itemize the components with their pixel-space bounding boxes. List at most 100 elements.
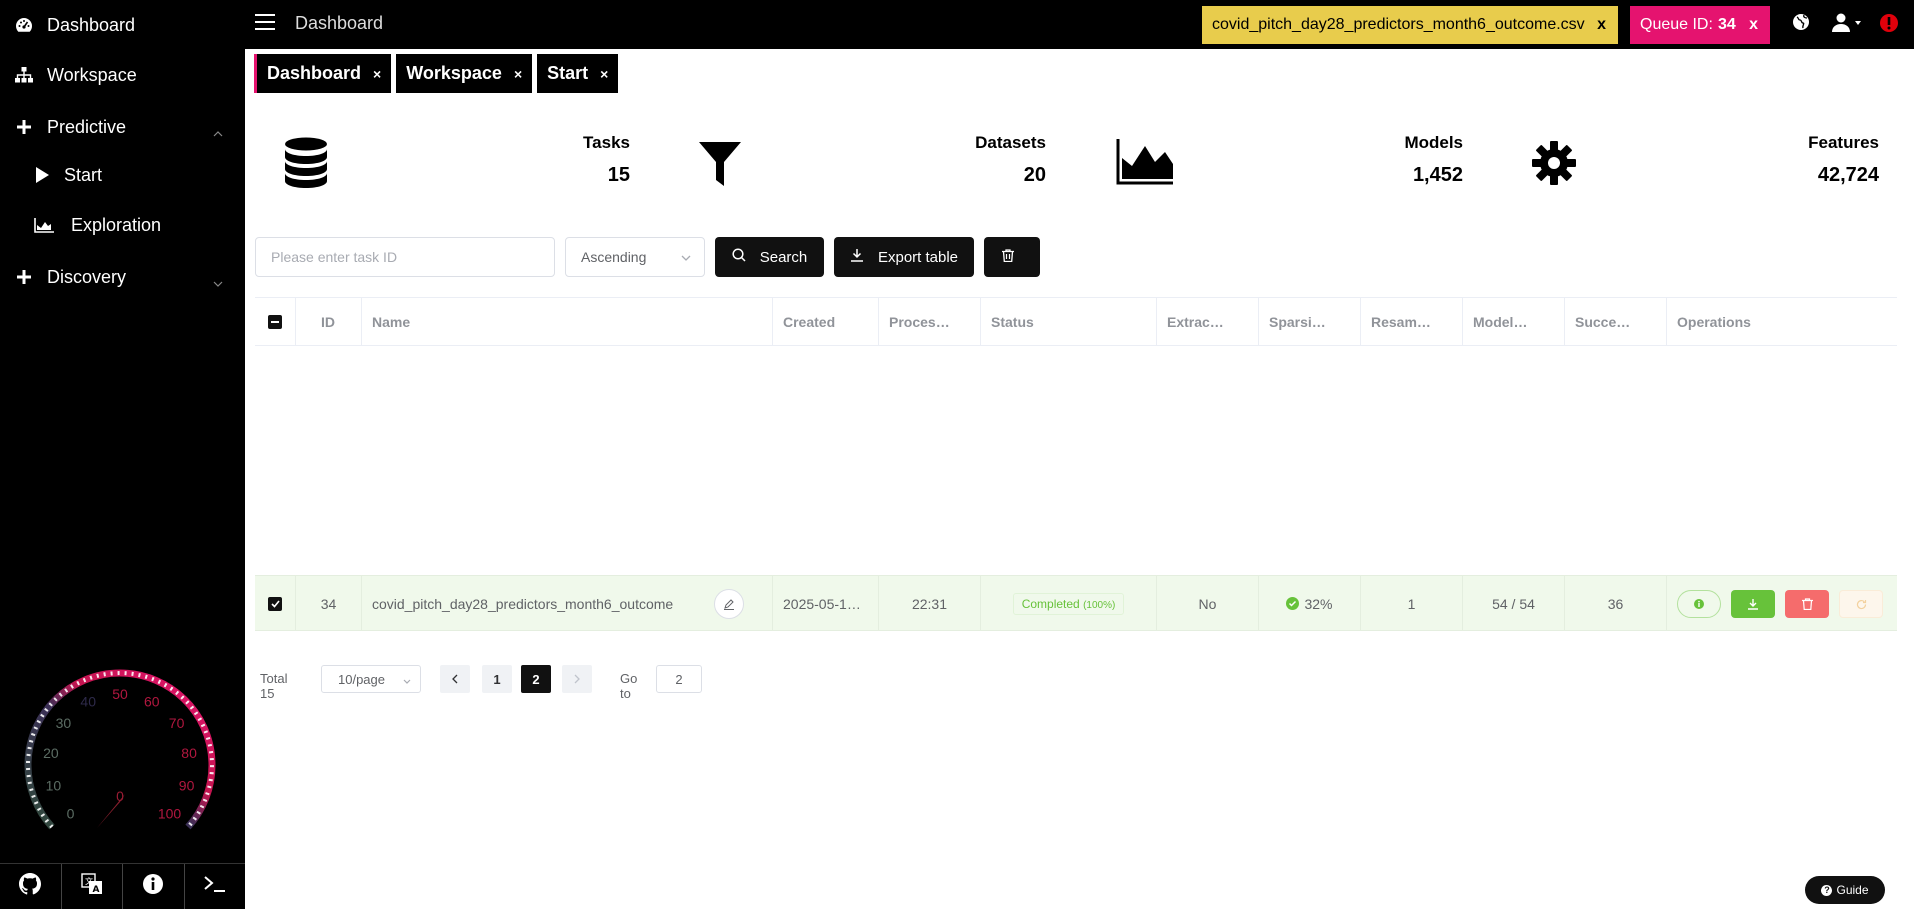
column-header-success[interactable]: Succe… xyxy=(1565,298,1667,346)
sparsity-value: 32% xyxy=(1304,595,1333,612)
table-header: ID Name Created Proces… Status Extrac… S… xyxy=(255,297,1897,346)
gauge-tick-label: 100 xyxy=(158,806,182,822)
close-queue-tag-button[interactable]: x xyxy=(1749,16,1758,34)
page-1-button[interactable]: 1 xyxy=(482,665,512,693)
gauge-tick-label: 50 xyxy=(112,686,128,702)
gauge-tick-label: 80 xyxy=(181,745,197,761)
terminal-icon xyxy=(203,874,227,899)
goto-page-input[interactable] xyxy=(656,665,702,693)
edit-name-button[interactable] xyxy=(714,589,744,619)
info-button[interactable] xyxy=(1677,590,1721,618)
stat-datasets-value: 20 xyxy=(1023,164,1046,186)
status-text: Completed xyxy=(1021,596,1080,611)
gauge-tick-label: 60 xyxy=(144,694,160,710)
sidebar-item-dashboard[interactable]: Dashboard xyxy=(0,5,245,45)
column-header-status[interactable]: Status xyxy=(981,298,1157,346)
next-page-button[interactable] xyxy=(562,665,592,693)
menu-toggle-icon[interactable] xyxy=(255,14,275,32)
terminal-button[interactable] xyxy=(185,864,246,909)
sidebar-item-label: Workspace xyxy=(47,64,137,85)
download-button[interactable] xyxy=(1731,590,1775,618)
status-percent: (100%) xyxy=(1083,599,1116,611)
sidebar-item-label: Predictive xyxy=(47,116,127,137)
sidebar-item-start[interactable]: Start xyxy=(0,155,245,195)
alert-icon[interactable] xyxy=(1879,13,1899,38)
page-2-button[interactable]: 2 xyxy=(521,665,551,693)
stat-tasks-value: 15 xyxy=(607,164,630,186)
open-tabs-bar: Dashboard × Workspace × Start × xyxy=(254,54,623,93)
sidebar-item-workspace[interactable]: Workspace xyxy=(0,55,245,95)
stat-datasets-label: Datasets xyxy=(975,133,1046,152)
info-icon xyxy=(1694,599,1704,609)
column-header-resampling[interactable]: Resam… xyxy=(1361,298,1463,346)
column-header-operations: Operations xyxy=(1677,314,1751,330)
export-table-button[interactable]: Export table xyxy=(834,237,974,277)
translate-button[interactable]: 文A xyxy=(62,864,123,909)
close-tab-icon[interactable]: × xyxy=(514,66,522,82)
sidebar-item-predictive[interactable]: Predictive xyxy=(0,107,245,147)
tab-label: Workspace xyxy=(406,63,502,83)
column-header-name[interactable]: Name xyxy=(362,298,773,346)
stat-features-value: 42,724 xyxy=(1817,164,1879,186)
speed-gauge: 0 10 20 30 40 50 60 70 80 90 100 0 xyxy=(24,669,216,830)
tab-workspace[interactable]: Workspace × xyxy=(396,54,533,93)
topbar: Dashboard covid_pitch_day28_predictors_m… xyxy=(245,0,1914,49)
gauge-tick-label: 70 xyxy=(169,715,185,731)
download-icon xyxy=(1748,599,1758,610)
delete-button[interactable] xyxy=(1785,590,1829,618)
tab-dashboard[interactable]: Dashboard × xyxy=(254,54,392,93)
column-header-models[interactable]: Model… xyxy=(1463,298,1565,346)
delete-selected-button[interactable] xyxy=(984,237,1040,277)
table-row[interactable]: 34 covid_pitch_day28_predictors_month6_o… xyxy=(255,575,1897,631)
sitemap-icon xyxy=(14,65,34,85)
cell-models: 54 / 54 xyxy=(1463,576,1565,631)
chevron-down-icon xyxy=(402,675,412,690)
close-tab-icon[interactable]: × xyxy=(373,66,381,82)
search-button[interactable]: Search xyxy=(715,237,824,277)
dataset-file-tag[interactable]: covid_pitch_day28_predictors_month6_outc… xyxy=(1202,6,1618,44)
cell-resampling: 1 xyxy=(1361,576,1463,631)
app-root: Dashboard Workspace Predictive Start Exp… xyxy=(0,0,1914,909)
gauge-tick-label: 10 xyxy=(46,778,62,794)
sidebar-item-exploration[interactable]: Exploration xyxy=(0,205,245,245)
close-tab-icon[interactable]: × xyxy=(600,66,608,82)
sort-order-value: Ascending xyxy=(581,249,647,265)
retry-button[interactable] xyxy=(1839,590,1883,618)
select-all-cell xyxy=(255,298,296,346)
column-header-created[interactable]: Created xyxy=(773,298,879,346)
page-size-select[interactable]: 10/page xyxy=(321,665,421,693)
cell-success: 36 xyxy=(1565,576,1667,631)
status-badge: Completed (100%) xyxy=(1012,592,1125,615)
sort-order-select[interactable]: Ascending xyxy=(565,237,705,277)
sidebar-item-label: Start xyxy=(64,164,103,185)
column-header-sparsity[interactable]: Sparsi… xyxy=(1259,298,1361,346)
svg-text:A: A xyxy=(92,885,99,895)
guide-label: Guide xyxy=(1836,883,1869,897)
info-button[interactable] xyxy=(123,864,185,909)
task-name: covid_pitch_day28_predictors_month6_outc… xyxy=(372,595,674,612)
pagination-total: Total 15 xyxy=(260,671,288,701)
guide-button[interactable]: ? Guide xyxy=(1805,876,1885,904)
user-menu-icon[interactable] xyxy=(1832,13,1864,38)
prev-page-button[interactable] xyxy=(440,665,470,693)
search-button-label: Search xyxy=(759,248,808,266)
tab-label: Start xyxy=(547,63,589,83)
column-header-id[interactable]: ID xyxy=(296,298,362,346)
select-all-checkbox[interactable] xyxy=(268,315,282,329)
column-header-extraction[interactable]: Extrac… xyxy=(1157,298,1259,346)
column-header-processing[interactable]: Proces… xyxy=(879,298,981,346)
queue-id-tag[interactable]: Queue ID: 34 x xyxy=(1630,6,1770,44)
page-size-value: 10/page xyxy=(338,671,385,687)
task-id-search-input[interactable] xyxy=(255,237,555,277)
sidebar-item-discovery[interactable]: Discovery xyxy=(0,257,245,297)
github-button[interactable] xyxy=(0,864,62,909)
export-button-label: Export table xyxy=(877,248,959,266)
globe-icon[interactable] xyxy=(1792,13,1810,36)
close-dataset-tag-button[interactable]: x xyxy=(1597,16,1606,34)
gauge-tick-label: 20 xyxy=(43,745,59,761)
translate-icon: 文A xyxy=(81,873,103,900)
row-checkbox[interactable] xyxy=(268,596,282,611)
search-icon xyxy=(732,248,754,266)
chevron-down-icon xyxy=(213,271,223,292)
tab-start[interactable]: Start × xyxy=(537,54,619,93)
